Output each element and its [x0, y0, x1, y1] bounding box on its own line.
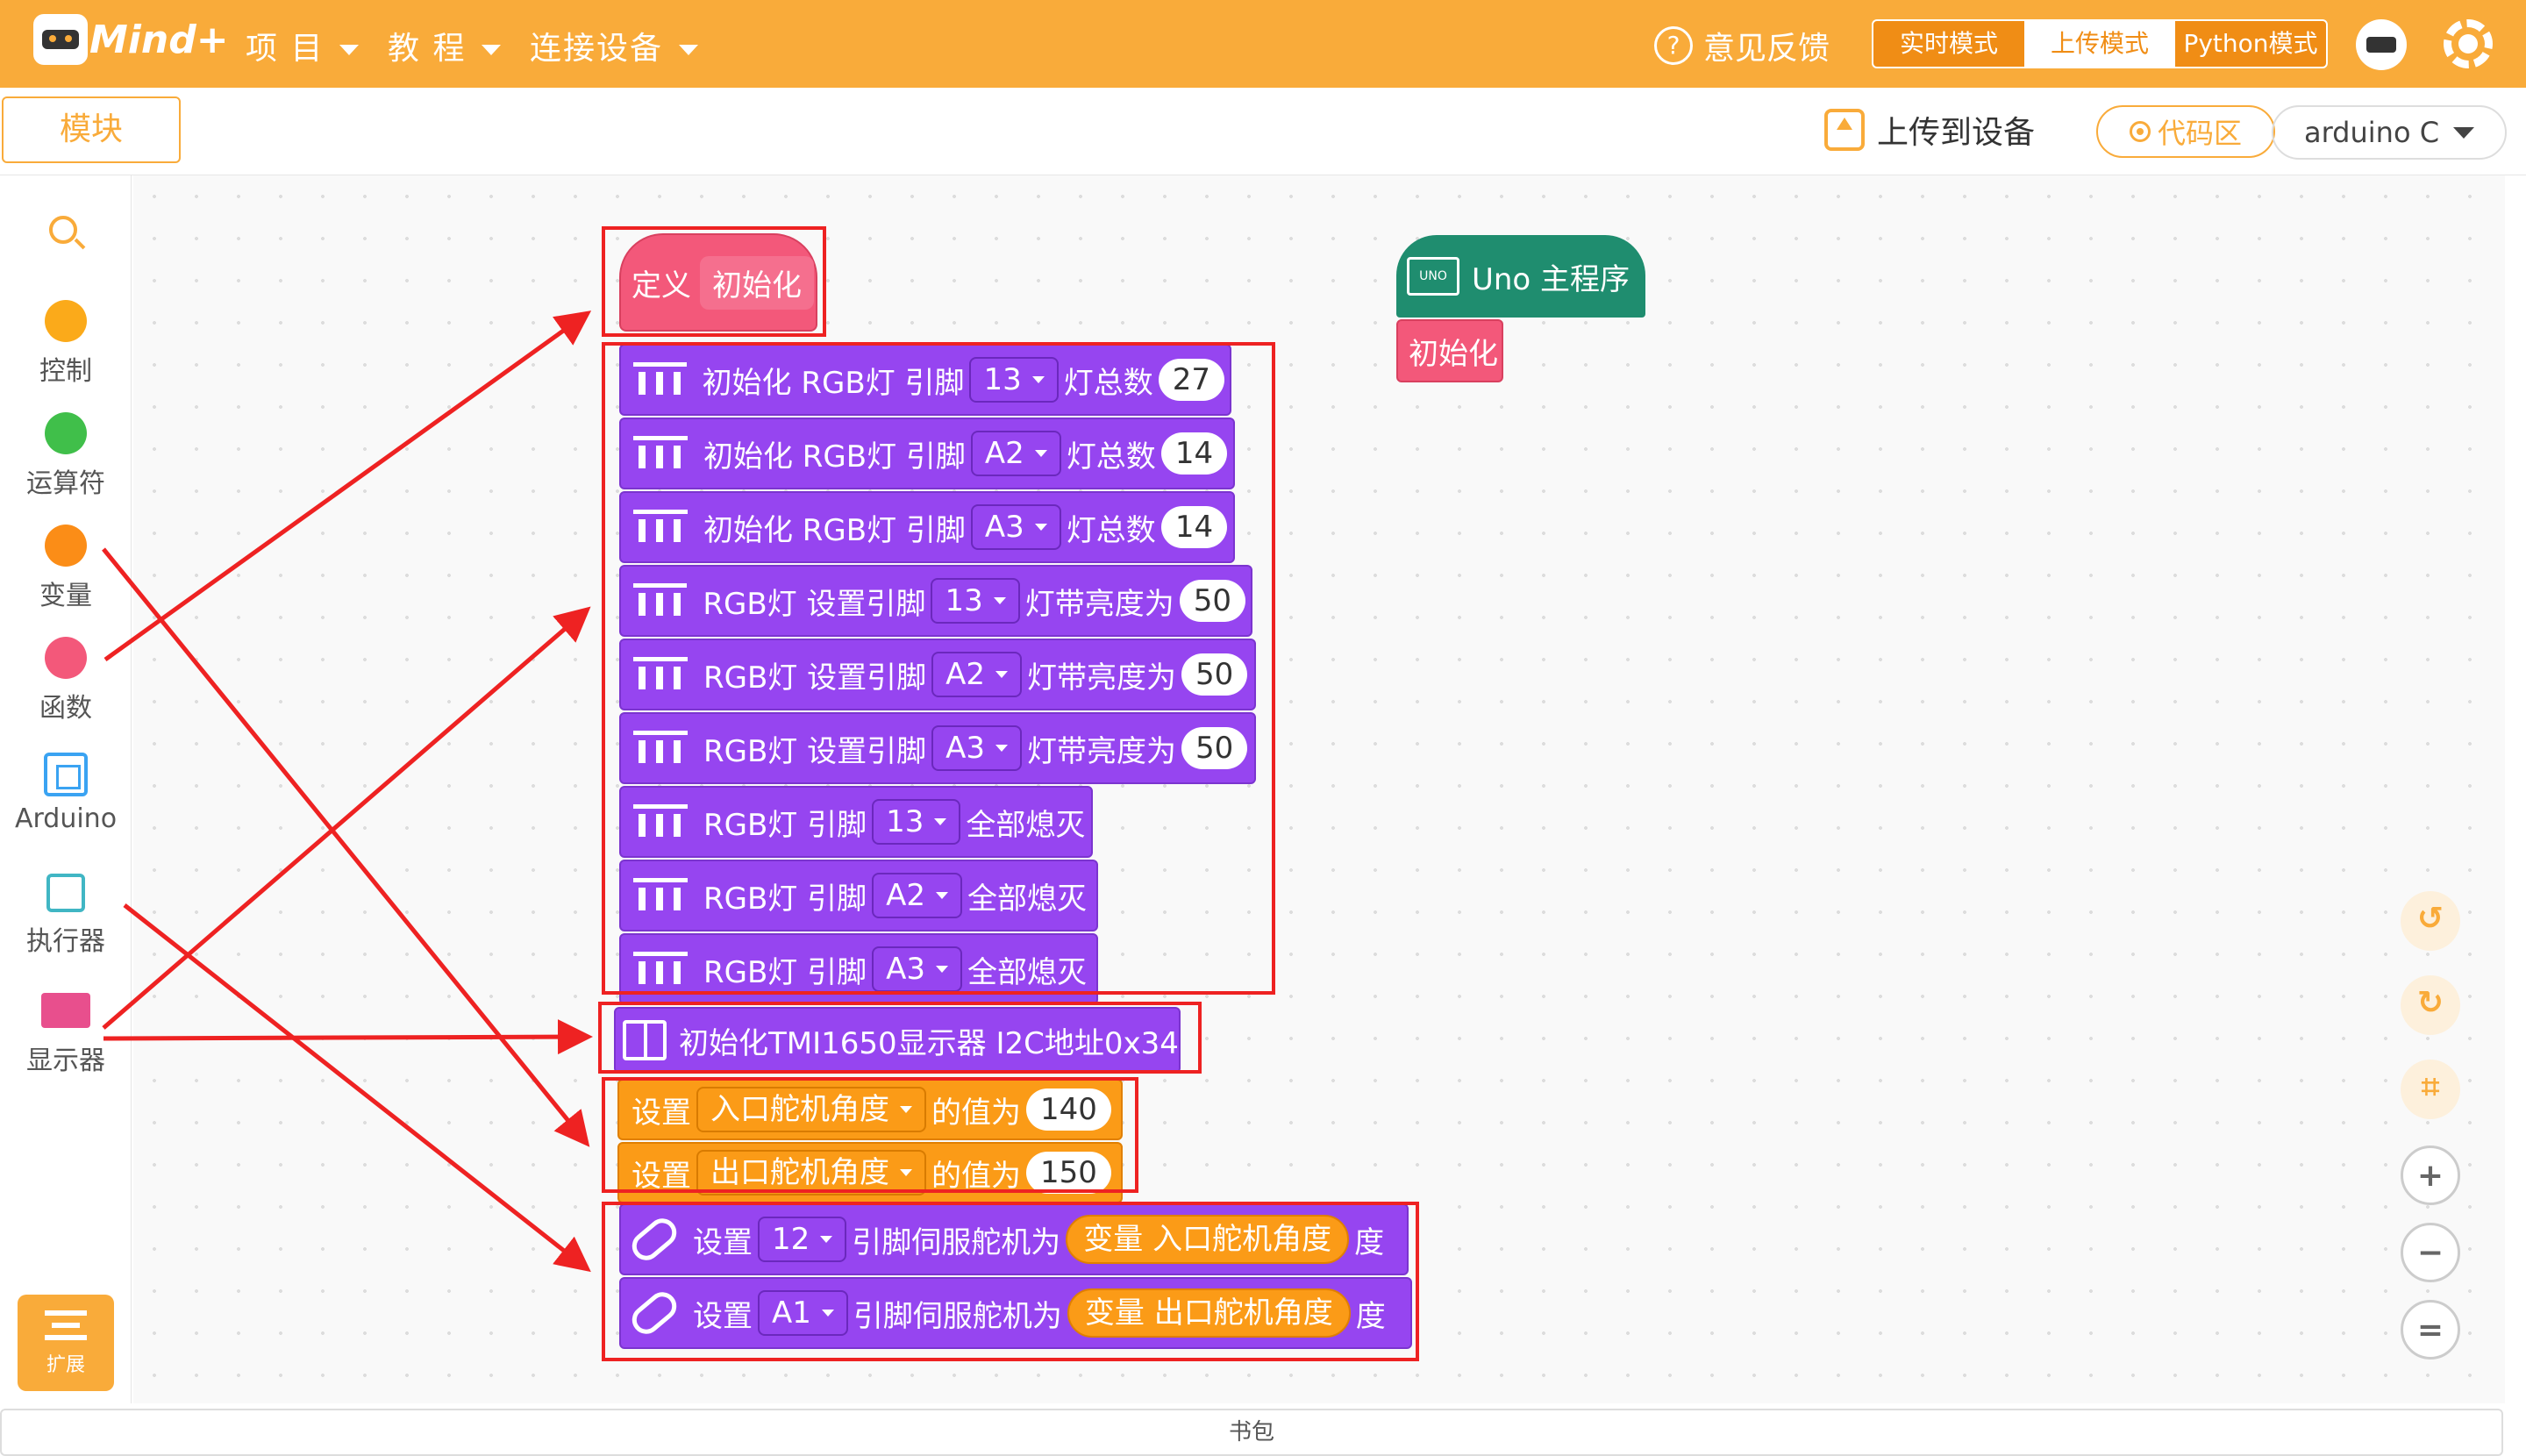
extensions-button[interactable]: 扩展 — [18, 1295, 114, 1391]
avatar[interactable] — [2356, 19, 2407, 70]
undo-icon: ↺ — [2416, 901, 2444, 937]
menu-connect-label: 连接设备 — [530, 31, 664, 67]
zoom-in-icon: + — [2416, 1158, 2444, 1194]
mode-realtime[interactable]: 实时模式 — [1873, 21, 2024, 67]
menu-tutorial[interactable]: 教 程 — [388, 23, 502, 68]
category-label: 控制 — [39, 356, 92, 387]
category-label: 执行器 — [26, 926, 105, 957]
call-function-block[interactable]: 初始化 — [1396, 319, 1503, 382]
actuator-icon — [46, 874, 85, 912]
menu-project[interactable]: 项 目 — [246, 23, 360, 68]
uno-board-icon: UNO — [1407, 257, 1459, 296]
upload-button[interactable]: 上传到设备 — [1824, 107, 2035, 153]
top-bar: Mind+ 项 目 教 程 连接设备 ? 意见反馈 实时模式 上传模式 Pyth… — [0, 0, 2526, 88]
functions-dot-icon — [45, 637, 87, 679]
chevron-down-icon — [679, 45, 699, 55]
target-icon — [2129, 121, 2151, 142]
category-label: 显示器 — [26, 1046, 105, 1076]
app-logo: Mind+ — [33, 14, 229, 65]
chevron-down-icon — [339, 45, 360, 55]
control-dot-icon — [45, 300, 87, 342]
variables-dot-icon — [45, 525, 87, 567]
menu-connect-device[interactable]: 连接设备 — [530, 23, 699, 68]
redo-button[interactable]: ↻ — [2401, 975, 2460, 1035]
zoom-out-button[interactable]: − — [2401, 1223, 2460, 1282]
category-displays[interactable]: 显示器 — [0, 993, 132, 1077]
menu-tutorial-label: 教 程 — [388, 31, 467, 67]
code-area-label: 代码区 — [2157, 117, 2242, 150]
display-icon — [41, 993, 90, 1028]
menu-project-label: 项 目 — [246, 31, 325, 67]
search-icon[interactable] — [49, 216, 77, 244]
category-label: 变量 — [39, 581, 92, 611]
mode-upload[interactable]: 上传模式 — [2024, 21, 2175, 67]
extensions-label: 扩展 — [46, 1354, 85, 1376]
language-value: arduino C — [2303, 116, 2440, 149]
logo-robot-icon — [33, 14, 88, 65]
category-variables[interactable]: 变量 — [0, 525, 132, 612]
annotation-box-servo — [602, 1202, 1419, 1361]
gear-icon[interactable] — [2444, 19, 2493, 68]
annotation-box-rgb — [602, 342, 1275, 995]
main-program-label: Uno 主程序 — [1472, 261, 1630, 297]
code-area-button[interactable]: 代码区 — [2096, 105, 2275, 158]
annotation-box-define — [602, 226, 826, 337]
upload-icon — [1824, 109, 1865, 151]
logo-text: Mind+ — [89, 17, 229, 62]
chip-icon — [44, 753, 88, 796]
category-functions[interactable]: 函数 — [0, 637, 132, 724]
feedback-button[interactable]: ? 意见反馈 — [1654, 23, 1830, 68]
crop-button[interactable]: ⌗ — [2401, 1060, 2460, 1119]
zoom-reset-icon: = — [2416, 1312, 2444, 1348]
zoom-in-button[interactable]: + — [2401, 1146, 2460, 1205]
operators-dot-icon — [45, 412, 87, 454]
category-actuators[interactable]: 执行器 — [0, 874, 132, 958]
category-arduino[interactable]: Arduino — [0, 753, 132, 834]
redo-icon: ↻ — [2416, 985, 2444, 1021]
language-select[interactable]: arduino C — [2272, 105, 2507, 160]
category-control[interactable]: 控制 — [0, 300, 132, 388]
upload-label: 上传到设备 — [1877, 115, 2036, 151]
crop-icon: ⌗ — [2421, 1069, 2440, 1105]
undo-button[interactable]: ↺ — [2401, 891, 2460, 951]
category-label: 函数 — [39, 693, 92, 724]
annotation-box-display — [598, 1002, 1202, 1074]
feedback-label: 意见反馈 — [1703, 31, 1830, 67]
uno-main-program-block[interactable]: UNO Uno 主程序 — [1396, 235, 1645, 318]
chevron-down-icon — [482, 45, 502, 55]
category-label: 运算符 — [26, 468, 105, 499]
zoom-reset-button[interactable]: = — [2401, 1300, 2460, 1360]
mode-switch: 实时模式 上传模式 Python模式 — [1872, 19, 2328, 68]
backpack-bar[interactable]: 书包 — [0, 1409, 2503, 1456]
annotation-box-variables — [602, 1077, 1138, 1193]
tab-modules[interactable]: 模块 — [2, 96, 181, 163]
extension-icon — [45, 1310, 87, 1340]
question-icon: ? — [1654, 26, 1693, 65]
chevron-down-icon — [2453, 126, 2475, 139]
category-operators[interactable]: 运算符 — [0, 412, 132, 500]
category-label: Arduino — [14, 803, 118, 834]
zoom-out-icon: − — [2416, 1235, 2444, 1271]
mode-python[interactable]: Python模式 — [2175, 21, 2326, 67]
